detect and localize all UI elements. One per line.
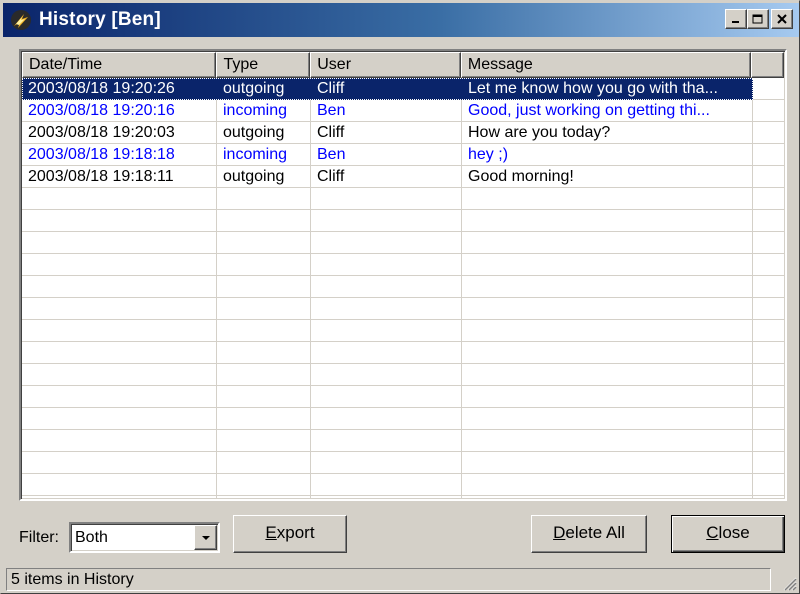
table-row[interactable]: 2003/08/18 19:18:18 incoming Ben hey ;) (22, 144, 753, 166)
grid-line (22, 408, 784, 430)
cell-user: Cliff (317, 124, 345, 141)
cell-message: Good morning! (468, 168, 574, 185)
delete-all-button[interactable]: Delete All (531, 515, 647, 553)
filter-value: Both (75, 529, 108, 546)
export-accel-key: E (265, 523, 277, 542)
table-row[interactable]: 2003/08/18 19:20:03 outgoing Cliff How a… (22, 122, 753, 144)
grid-line (22, 474, 784, 496)
minimize-icon (732, 21, 739, 23)
grid-line (22, 276, 784, 298)
cell-type: outgoing (223, 80, 285, 97)
cell-message: How are you today? (468, 124, 611, 141)
cell-datetime: 2003/08/18 19:20:26 (28, 80, 175, 97)
cell-message: Let me know how you go with tha... (468, 80, 718, 97)
table-row[interactable]: 2003/08/18 19:18:11 outgoing Cliff Good … (22, 166, 753, 188)
table-row[interactable]: 2003/08/18 19:20:16 incoming Ben Good, j… (22, 100, 753, 122)
filter-label: Filter: (19, 529, 59, 546)
history-rows: 2003/08/18 19:20:26 outgoing Cliff Let m… (22, 78, 784, 498)
cell-message: hey ;) (468, 146, 509, 163)
window-title: History [Ben] (39, 9, 161, 30)
filter-select[interactable]: Both (69, 522, 220, 553)
column-header-user[interactable]: User (310, 52, 461, 78)
status-bar: 5 items in History (3, 567, 799, 593)
cell-type: outgoing (223, 124, 285, 141)
export-button[interactable]: Export (233, 515, 347, 553)
chevron-down-icon (201, 535, 210, 540)
cell-datetime: 2003/08/18 19:20:16 (28, 102, 175, 119)
grid-line (22, 232, 784, 254)
column-header-filler (751, 52, 784, 78)
minimize-button[interactable] (725, 9, 747, 29)
grid-line (22, 210, 784, 232)
close-window-button[interactable] (771, 9, 793, 29)
title-bar[interactable]: History [Ben] (3, 3, 799, 37)
column-header-type[interactable]: Type (216, 52, 311, 78)
filter-dropdown-button[interactable] (194, 525, 217, 550)
cell-user: Cliff (317, 80, 345, 97)
history-list[interactable]: 2003/08/18 19:20:26 outgoing Cliff Let m… (19, 49, 787, 501)
close-label-post: lose (718, 523, 750, 542)
status-text: 5 items in History (6, 568, 771, 591)
grid-line (22, 298, 784, 320)
history-window: History [Ben] 2003/08/18 19:20:26 outgoi… (0, 0, 800, 594)
close-icon (777, 14, 787, 24)
grid-line (22, 430, 784, 452)
cell-user: Ben (317, 146, 346, 163)
cell-user: Cliff (317, 168, 345, 185)
delete-accel-key: D (553, 523, 566, 542)
cell-type: incoming (223, 146, 288, 163)
cell-datetime: 2003/08/18 19:18:18 (28, 146, 175, 163)
grid-line (22, 452, 784, 474)
table-row[interactable]: 2003/08/18 19:20:26 outgoing Cliff Let m… (22, 78, 753, 100)
grid-line (22, 496, 784, 498)
maximize-icon (752, 14, 763, 23)
export-label-post: xport (276, 523, 315, 542)
flame-app-icon (11, 10, 31, 30)
cell-type: outgoing (223, 168, 285, 185)
cell-datetime: 2003/08/18 19:18:11 (28, 168, 174, 185)
close-accel-key: C (706, 523, 719, 542)
close-button[interactable]: Close (671, 515, 785, 553)
cell-user: Ben (317, 102, 346, 119)
grid-line (22, 320, 784, 342)
grid-line (22, 386, 784, 408)
cell-message: Good, just working on getting thi... (468, 102, 710, 119)
grid-line (22, 364, 784, 386)
maximize-button[interactable] (747, 9, 769, 29)
delete-label-post: elete All (565, 523, 625, 542)
cell-type: incoming (223, 102, 288, 119)
column-header-message[interactable]: Message (460, 52, 752, 78)
cell-datetime: 2003/08/18 19:20:03 (28, 124, 175, 141)
column-header-datetime[interactable]: Date/Time (22, 52, 217, 78)
grid-line (22, 342, 784, 364)
column-header: Date/Time Type User Message (22, 52, 784, 78)
grid-line (22, 188, 784, 210)
grid-line (22, 254, 784, 276)
resize-grip-icon[interactable] (781, 575, 797, 591)
